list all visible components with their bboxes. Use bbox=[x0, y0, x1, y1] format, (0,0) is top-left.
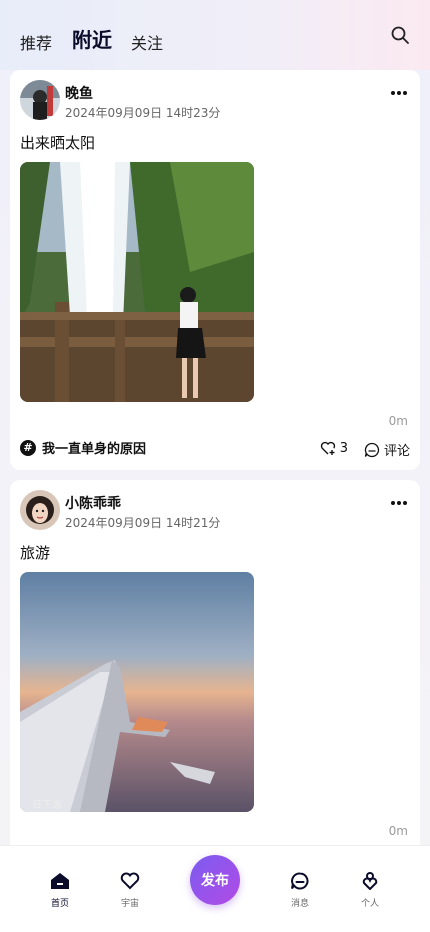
post-card[interactable]: 晚鱼 2024年09月09日 14时23分 出来晒太阳 0m # 我一直单身的原… bbox=[10, 70, 420, 470]
nav-home-label: 首页 bbox=[50, 899, 69, 909]
distance: 0m bbox=[388, 414, 408, 428]
post-time: 2024年09月09日 14时23分 bbox=[65, 106, 221, 120]
topic-label: 我一直单身的原因 bbox=[42, 442, 147, 457]
bottom-nav: 首页 宇宙 发布 消息 个人 bbox=[0, 845, 430, 932]
home-icon bbox=[51, 873, 69, 889]
post-image[interactable] bbox=[20, 162, 254, 402]
comment-button[interactable]: 评论 bbox=[364, 440, 410, 459]
avatar[interactable] bbox=[20, 490, 60, 530]
image-watermark: 日下涂 bbox=[32, 798, 62, 811]
topic-tag[interactable]: # 我一直单身的原因 bbox=[20, 438, 146, 457]
username[interactable]: 晚鱼 bbox=[65, 83, 93, 103]
chat-icon bbox=[291, 872, 309, 890]
nav-profile[interactable]: 个人 bbox=[350, 872, 390, 909]
username[interactable]: 小陈乖乖 bbox=[65, 493, 121, 513]
avatar[interactable] bbox=[20, 80, 60, 120]
post-content: 出来晒太阳 bbox=[20, 134, 96, 152]
post-image[interactable]: 日下涂 bbox=[20, 572, 254, 812]
nav-profile-label: 个人 bbox=[360, 899, 379, 909]
tab-nearby[interactable]: 附近 bbox=[72, 24, 112, 53]
more-icon[interactable] bbox=[390, 90, 408, 96]
comment-label: 评论 bbox=[383, 444, 410, 459]
post-content: 旅游 bbox=[20, 544, 51, 562]
more-icon[interactable] bbox=[390, 500, 408, 506]
comment-icon bbox=[364, 442, 380, 457]
nav-universe[interactable]: 宇宙 bbox=[110, 872, 150, 909]
like-button[interactable]: 3 bbox=[320, 440, 348, 456]
search-icon[interactable] bbox=[390, 25, 410, 45]
heart-plus-icon bbox=[320, 441, 335, 455]
nav-home[interactable]: 首页 bbox=[40, 872, 80, 909]
post-time: 2024年09月09日 14时21分 bbox=[65, 516, 221, 530]
like-count: 3 bbox=[339, 440, 348, 456]
heart-icon bbox=[120, 872, 140, 890]
distance: 0m bbox=[388, 824, 408, 838]
tab-following[interactable]: 关注 bbox=[131, 30, 163, 54]
post-card[interactable]: 小陈乖乖 2024年09月09日 14时21分 旅游 日下涂 0m bbox=[10, 480, 420, 860]
hashtag-icon: # bbox=[20, 439, 36, 456]
profile-icon bbox=[362, 872, 378, 891]
top-bar: 推荐 附近 关注 bbox=[0, 0, 430, 70]
tab-recommend[interactable]: 推荐 bbox=[20, 30, 52, 54]
nav-universe-label: 宇宙 bbox=[120, 899, 139, 909]
publish-button[interactable]: 发布 bbox=[190, 855, 240, 905]
nav-messages-label: 消息 bbox=[290, 899, 309, 909]
nav-messages[interactable]: 消息 bbox=[280, 872, 320, 909]
